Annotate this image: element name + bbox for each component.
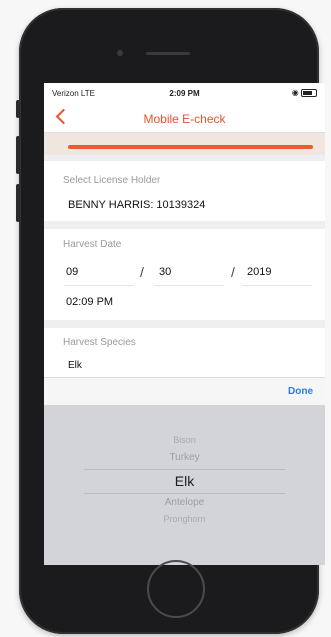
section-gap [44,320,325,328]
mute-switch [16,100,20,118]
progress-fill [68,145,313,149]
section-gap [44,155,325,161]
harvest-month-field[interactable]: 09 [66,266,78,278]
harvest-year-field[interactable]: 2019 [247,266,271,278]
home-button[interactable] [147,560,205,618]
page-title: Mobile E-check [143,112,226,126]
harvest-day-field[interactable]: 30 [159,266,171,278]
picker-item[interactable]: Pronghorn [44,514,325,524]
picker-item[interactable]: Antelope [44,497,325,508]
done-button[interactable]: Done [288,386,313,397]
picker-selection-line [84,469,285,470]
harvest-date-label: Harvest Date [63,239,122,250]
harvest-species-field[interactable]: Elk [68,360,82,371]
harvest-species-label: Harvest Species [63,337,136,348]
month-underline [64,285,134,286]
front-camera [117,50,123,56]
section-gap [44,221,325,229]
year-underline [242,285,312,286]
status-icons: ◉ [292,88,317,97]
earpiece-speaker [146,52,190,55]
picker-selection-line [84,493,285,494]
progress-bar [68,145,313,149]
harvest-time-field[interactable]: 02:09 PM [66,296,113,308]
picker-item[interactable]: Bison [44,435,325,445]
picker-item[interactable]: Turkey [44,452,325,463]
species-picker[interactable]: Bison Turkey Elk Antelope Pronghorn [44,405,325,565]
location-icon: ◉ [291,88,299,97]
status-time: 2:09 PM [169,89,200,98]
volume-down-button [16,184,20,222]
license-holder-label: Select License Holder [63,175,161,186]
progress-area [44,133,325,155]
picker-toolbar: Done [44,377,325,405]
phone-frame: Verizon LTE 2:09 PM ◉ Mobile E-check Sel… [16,8,325,634]
picker-item-selected[interactable]: Elk [44,473,325,489]
license-holder-value[interactable]: BENNY HARRIS: 10139324 [68,199,205,211]
day-underline [154,285,224,286]
status-bar: Verizon LTE 2:09 PM ◉ [44,83,325,101]
date-separator: / [231,264,235,280]
battery-icon [301,88,317,97]
navigation-bar: Mobile E-check [44,101,325,133]
app-screen: Verizon LTE 2:09 PM ◉ Mobile E-check Sel… [44,83,325,565]
volume-up-button [16,136,20,174]
date-separator: / [140,264,144,280]
